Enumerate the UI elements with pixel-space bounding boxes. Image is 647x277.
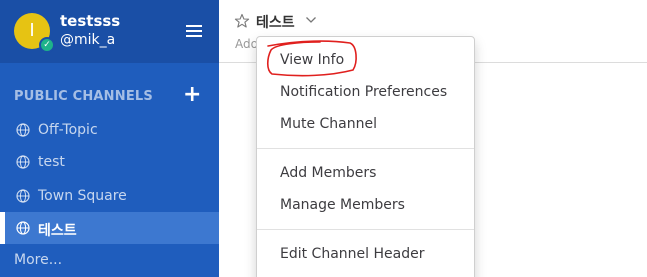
sidebar: I ✓ testsss @mik_a PUBLIC CHANNELS + Off… xyxy=(0,0,219,277)
globe-icon xyxy=(16,189,30,203)
channel-purpose[interactable]: Ado xyxy=(235,37,258,51)
public-channels-heading: PUBLIC CHANNELS xyxy=(14,89,153,104)
team-header[interactable]: I ✓ testsss @mik_a xyxy=(0,0,219,63)
more-channels-link[interactable]: More... xyxy=(14,252,62,268)
chevron-down-icon[interactable] xyxy=(305,15,317,25)
sidebar-item-label: Town Square xyxy=(38,188,127,204)
globe-icon xyxy=(16,123,30,137)
sidebar-item-label: test xyxy=(38,154,65,170)
status-online-icon: ✓ xyxy=(39,37,55,53)
menu-item-notification-preferences[interactable]: Notification Preferences xyxy=(280,84,447,100)
sidebar-item-label: Off-Topic xyxy=(38,122,98,138)
globe-icon xyxy=(16,221,30,235)
add-channel-button[interactable]: + xyxy=(183,82,201,107)
channel-title[interactable]: 테스트 xyxy=(256,12,295,32)
star-icon[interactable] xyxy=(234,13,250,29)
channel-dropdown-menu: View Info Notification Preferences Mute … xyxy=(256,36,475,277)
menu-item-view-info[interactable]: View Info xyxy=(280,52,344,68)
sidebar-item-town-square[interactable]: Town Square xyxy=(0,180,219,212)
menu-item-mute-channel[interactable]: Mute Channel xyxy=(280,116,377,132)
sidebar-item-test-korean[interactable]: 테스트 xyxy=(0,212,219,244)
menu-item-add-members[interactable]: Add Members xyxy=(280,165,376,181)
username: @mik_a xyxy=(60,32,116,48)
menu-item-edit-channel-header[interactable]: Edit Channel Header xyxy=(280,246,424,262)
sidebar-item-test[interactable]: test xyxy=(0,146,219,178)
sidebar-item-off-topic[interactable]: Off-Topic xyxy=(0,114,219,146)
hamburger-menu-icon[interactable] xyxy=(186,25,202,37)
menu-divider xyxy=(257,229,474,230)
sidebar-item-label: 테스트 xyxy=(38,223,77,239)
menu-item-manage-members[interactable]: Manage Members xyxy=(280,197,405,213)
menu-divider xyxy=(257,148,474,149)
team-name: testsss xyxy=(60,12,121,30)
globe-icon xyxy=(16,155,30,169)
